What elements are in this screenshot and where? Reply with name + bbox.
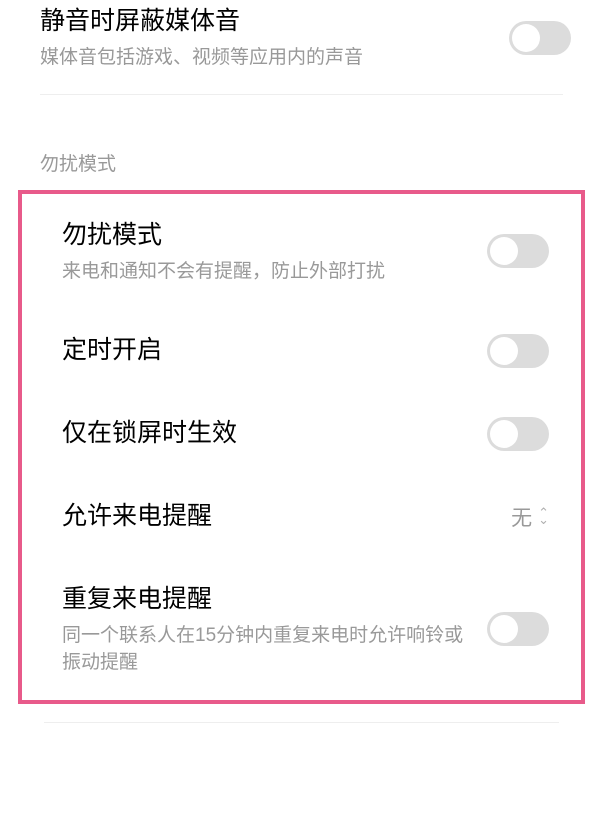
allow-calls-row[interactable]: 允许来电提醒 无 ⌃ ⌄: [22, 475, 581, 558]
dnd-mode-title: 勿扰模式: [62, 218, 467, 253]
scheduled-title: 定时开启: [62, 333, 467, 368]
scheduled-text: 定时开启: [62, 333, 487, 368]
mute-media-subtitle: 媒体音包括游戏、视频等应用内的声音: [40, 45, 489, 72]
chevron-updown-icon: ⌃ ⌄: [538, 510, 549, 523]
lock-only-title: 仅在锁屏时生效: [62, 416, 467, 451]
allow-calls-value-wrap[interactable]: 无 ⌃ ⌄: [511, 502, 549, 532]
divider: [44, 722, 559, 723]
scheduled-row: 定时开启: [22, 309, 581, 392]
lock-only-text: 仅在锁屏时生效: [62, 416, 487, 451]
chevron-down-icon: ⌄: [538, 517, 549, 524]
dnd-mode-toggle[interactable]: [487, 234, 549, 268]
repeat-calls-toggle[interactable]: [487, 612, 549, 646]
dnd-mode-subtitle: 来电和通知不会有提醒，防止外部打扰: [62, 259, 467, 286]
scheduled-toggle[interactable]: [487, 334, 549, 368]
allow-calls-title: 允许来电提醒: [62, 499, 491, 534]
repeat-calls-title: 重复来电提醒: [62, 582, 467, 617]
allow-calls-text: 允许来电提醒: [62, 499, 511, 534]
lock-only-row: 仅在锁屏时生效: [22, 392, 581, 475]
repeat-calls-row: 重复来电提醒 同一个联系人在15分钟内重复来电时允许响铃或振动提醒: [22, 558, 581, 700]
mute-media-text: 静音时屏蔽媒体音 媒体音包括游戏、视频等应用内的声音: [40, 4, 509, 72]
allow-calls-value: 无: [511, 502, 532, 532]
lock-only-toggle[interactable]: [487, 417, 549, 451]
dnd-highlighted-group: 勿扰模式 来电和通知不会有提醒，防止外部打扰 定时开启 仅在锁屏时生效 允许来电…: [18, 190, 585, 705]
mute-media-toggle[interactable]: [509, 21, 571, 55]
dnd-mode-text: 勿扰模式 来电和通知不会有提醒，防止外部打扰: [62, 218, 487, 286]
dnd-mode-row: 勿扰模式 来电和通知不会有提醒，防止外部打扰: [22, 194, 581, 310]
repeat-calls-text: 重复来电提醒 同一个联系人在15分钟内重复来电时允许响铃或振动提醒: [62, 582, 487, 676]
repeat-calls-subtitle: 同一个联系人在15分钟内重复来电时允许响铃或振动提醒: [62, 623, 467, 676]
mute-media-title: 静音时屏蔽媒体音: [40, 4, 489, 39]
mute-media-row: 静音时屏蔽媒体音 媒体音包括游戏、视频等应用内的声音: [0, 0, 603, 94]
dnd-section-header: 勿扰模式: [0, 95, 603, 190]
